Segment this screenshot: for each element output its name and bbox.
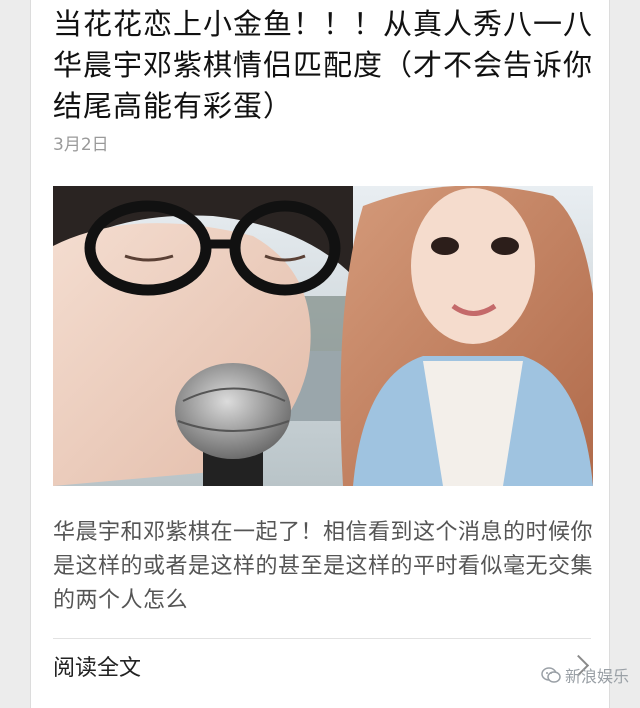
watermark-text: 新浪娱乐 bbox=[565, 667, 630, 686]
read-more-link[interactable]: 阅读全文 bbox=[53, 650, 141, 682]
cover-image[interactable] bbox=[53, 186, 593, 486]
article-title[interactable]: 当花花恋上小金鱼！！！从真人秀八一八华晨宇邓紫棋情侣匹配度（才不会告诉你结尾高能… bbox=[53, 4, 593, 127]
wechat-icon bbox=[541, 667, 561, 683]
source-watermark: 新浪娱乐 bbox=[541, 663, 629, 687]
publish-date: 3月2日 bbox=[53, 135, 109, 155]
article-card[interactable]: 当花花恋上小金鱼！！！从真人秀八一八华晨宇邓紫棋情侣匹配度（才不会告诉你结尾高能… bbox=[30, 0, 629, 708]
article-summary: 华晨宇和邓紫棋在一起了！相信看到这个消息的时候你是这样的或者是这样的甚至是这样的… bbox=[53, 520, 594, 613]
divider bbox=[53, 638, 591, 639]
cover-photo-icon bbox=[53, 186, 593, 486]
